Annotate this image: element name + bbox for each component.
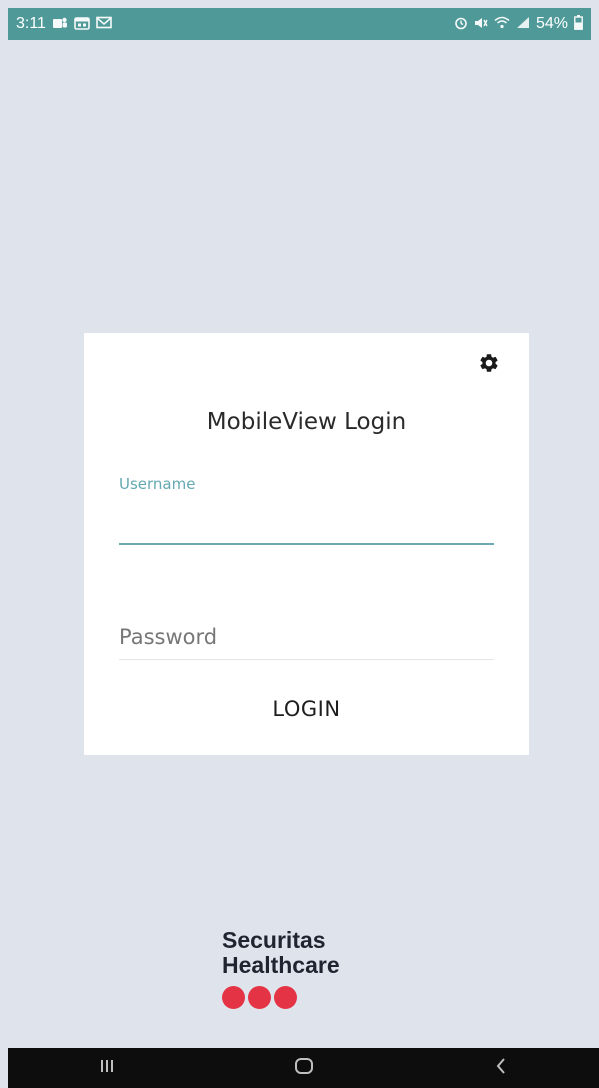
brand-dot (222, 986, 245, 1009)
signal-icon (516, 16, 530, 32)
status-bar: 3:11 54% (8, 8, 591, 40)
gmail-icon (96, 16, 112, 32)
brand-logo: Securitas Healthcare (222, 928, 422, 1009)
username-field: Username (119, 475, 494, 547)
recents-button[interactable] (77, 1048, 137, 1088)
brand-dot (274, 986, 297, 1009)
teams-icon (52, 16, 68, 33)
gear-icon (478, 352, 500, 378)
settings-button[interactable] (475, 351, 503, 379)
status-left: 3:11 (16, 15, 112, 33)
brand-dot (248, 986, 271, 1009)
login-button[interactable]: LOGIN (84, 697, 529, 721)
brand-dots (222, 986, 422, 1009)
status-time: 3:11 (16, 15, 46, 32)
login-title: MobileView Login (206, 409, 407, 435)
password-field (119, 615, 494, 661)
battery-percent: 54% (535, 15, 568, 32)
back-icon (494, 1057, 508, 1079)
navigation-bar (8, 1048, 599, 1088)
password-input[interactable] (119, 615, 494, 660)
username-label: Username (119, 475, 196, 493)
login-screen: 3:11 54% MobileView Login Username LOGIN… (0, 0, 599, 1088)
calendar-icon (74, 16, 90, 33)
mute-icon (474, 16, 488, 33)
recents-icon (98, 1058, 116, 1078)
wifi-icon (494, 16, 510, 32)
username-input[interactable] (119, 503, 494, 545)
home-button[interactable] (274, 1048, 334, 1088)
back-button[interactable] (471, 1048, 531, 1088)
battery-icon (574, 15, 583, 33)
brand-line-2: Healthcare (222, 952, 340, 978)
alarm-icon (454, 16, 468, 33)
home-icon (294, 1057, 314, 1079)
brand-line-1: Securitas (222, 927, 326, 953)
login-card: MobileView Login Username LOGIN (84, 333, 529, 755)
status-right: 54% (454, 15, 583, 33)
